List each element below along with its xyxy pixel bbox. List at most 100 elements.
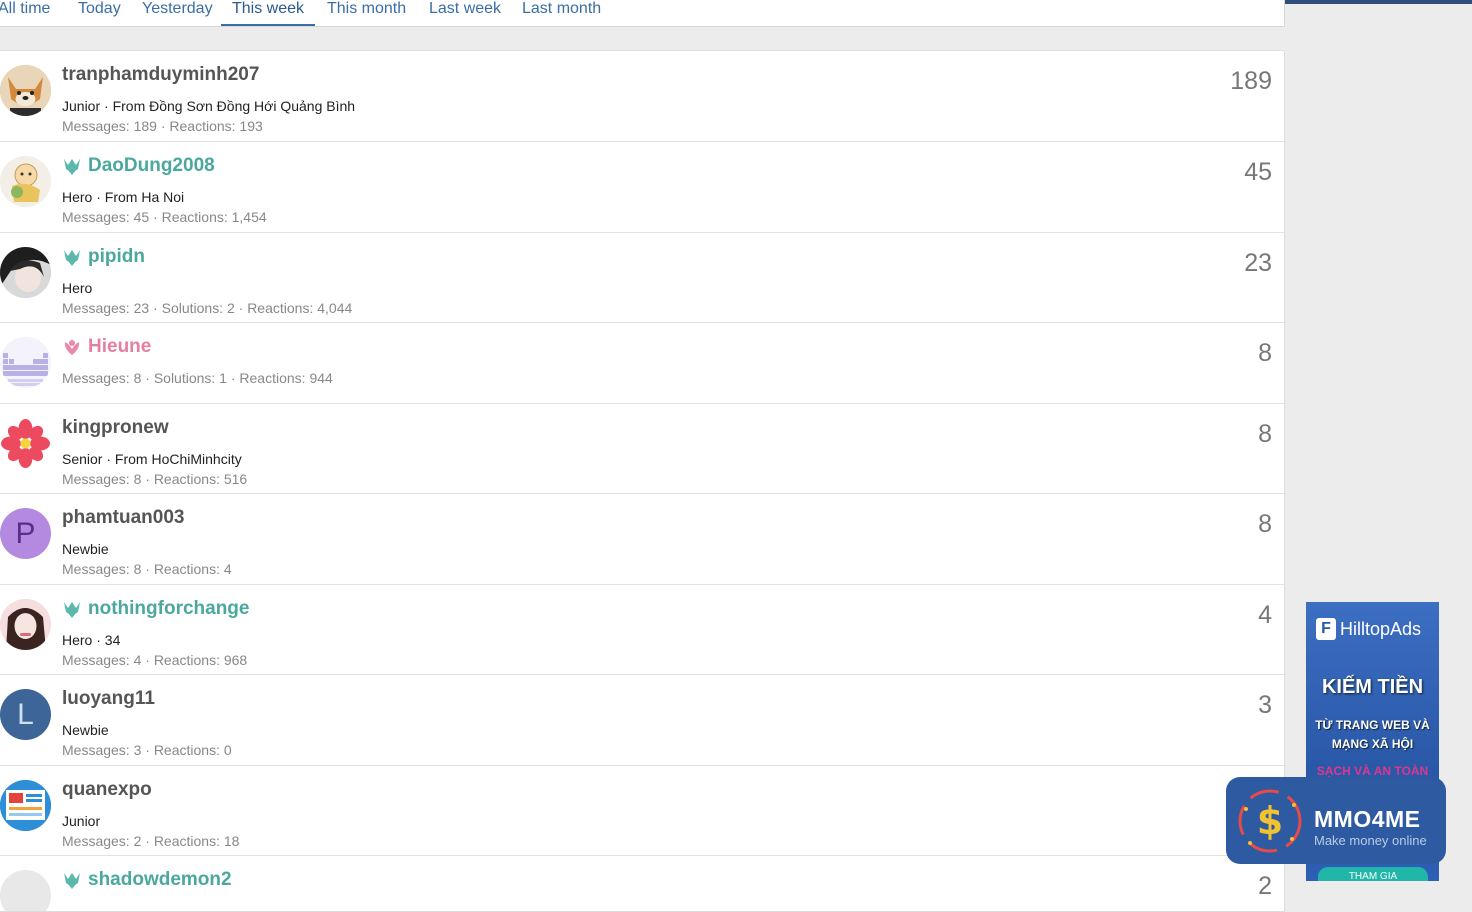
mmo4me-badge[interactable]: $ MMO4ME Make money online bbox=[1226, 777, 1446, 864]
user-stats: Messages: 8 · Reactions: 4 bbox=[62, 561, 232, 577]
username-link[interactable]: shadowdemon2 bbox=[62, 869, 232, 891]
tab-last-month[interactable]: Last month bbox=[522, 0, 601, 24]
ad-join-button[interactable]: THAM GIA bbox=[1318, 867, 1428, 881]
hero-badge-icon bbox=[64, 873, 80, 889]
tab-this-week[interactable]: This week bbox=[221, 0, 316, 26]
user-stats: Messages: 4 · Reactions: 968 bbox=[62, 652, 248, 668]
avatar[interactable] bbox=[0, 247, 51, 298]
avatar[interactable] bbox=[0, 156, 51, 207]
dollar-coin-icon: $ bbox=[1238, 789, 1302, 853]
user-stats: Messages: 23 · Solutions: 2 · Reactions:… bbox=[62, 300, 353, 316]
user-stats: Messages: 3 · Reactions: 0 bbox=[62, 742, 232, 758]
username-text[interactable]: Hieune bbox=[88, 336, 151, 358]
member-row: pipidn Hero Messages: 23 · Solutions: 2 … bbox=[0, 233, 1284, 323]
username-text[interactable]: kingpronew bbox=[62, 417, 169, 439]
user-title: Hero · From Ha Noi bbox=[62, 189, 185, 205]
avatar[interactable] bbox=[0, 870, 51, 911]
girl-avatar-icon bbox=[0, 599, 51, 650]
ad-cta: SẠCH VÀ AN TOÀN bbox=[1316, 764, 1429, 778]
user-stats: Messages: 45 · Reactions: 1,454 bbox=[62, 209, 267, 225]
avatar[interactable] bbox=[0, 599, 51, 650]
user-stats: Messages: 189 · Reactions: 193 bbox=[62, 118, 263, 134]
member-row: DaoDung2008 Hero · From Ha Noi Messages:… bbox=[0, 142, 1284, 233]
tab-yesterday[interactable]: Yesterday bbox=[142, 0, 213, 24]
message-count: 3 bbox=[1258, 691, 1272, 719]
user-title: Junior · From Đồng Sơn Đồng Hới Quảng Bì… bbox=[62, 98, 356, 114]
message-count: 189 bbox=[1230, 67, 1272, 95]
ad-subline-2: MẠNG XÃ HỘI bbox=[1331, 737, 1414, 751]
hilltopads-brand: HilltopAds bbox=[1340, 618, 1422, 639]
message-count: 8 bbox=[1258, 420, 1272, 448]
cartoon-avatar-icon bbox=[0, 156, 51, 207]
expo-avatar-icon bbox=[0, 780, 51, 831]
username-text[interactable]: pipidn bbox=[88, 246, 145, 268]
hero-badge-icon bbox=[64, 602, 80, 618]
member-row: L luoyang11 Newbie Messages: 3 · Reactio… bbox=[0, 675, 1284, 766]
username-text[interactable]: phamtuan003 bbox=[62, 507, 184, 529]
user-stats: Messages: 8 · Solutions: 1 · Reactions: … bbox=[62, 370, 333, 386]
user-title: Newbie bbox=[62, 541, 109, 557]
username-link[interactable]: quanexpo bbox=[62, 779, 152, 801]
periodic-table-avatar-icon bbox=[0, 337, 51, 388]
username-text[interactable]: nothingforchange bbox=[88, 598, 249, 620]
username-text[interactable]: shadowdemon2 bbox=[88, 869, 232, 891]
member-row: Hieune Messages: 8 · Solutions: 1 · Reac… bbox=[0, 323, 1284, 404]
hero-badge-icon bbox=[64, 250, 80, 266]
member-list: tranphamduyminh207 Junior · From Đồng Sơ… bbox=[0, 50, 1285, 912]
shiba-avatar-icon bbox=[0, 65, 51, 116]
member-row: quanexpo Junior Messages: 2 · Reactions:… bbox=[0, 766, 1284, 856]
user-title: Newbie bbox=[62, 722, 109, 738]
username-text[interactable]: tranphamduyminh207 bbox=[62, 64, 259, 86]
username-link[interactable]: phamtuan003 bbox=[62, 507, 184, 529]
tab-today[interactable]: Today bbox=[78, 0, 121, 24]
username-link[interactable]: DaoDung2008 bbox=[62, 155, 215, 177]
user-title: Hero bbox=[62, 280, 93, 296]
user-title: Senior · From HoChiMinhcity bbox=[62, 451, 242, 467]
tab-all-time[interactable]: All time bbox=[0, 0, 50, 24]
username-text[interactable]: quanexpo bbox=[62, 779, 152, 801]
member-row: nothingforchange Hero · 34 Messages: 4 ·… bbox=[0, 585, 1284, 675]
avatar[interactable] bbox=[0, 65, 51, 116]
ad-headline: KIẾM TIỀN bbox=[1321, 676, 1424, 698]
message-count: 45 bbox=[1244, 158, 1272, 186]
username-text[interactable]: DaoDung2008 bbox=[88, 155, 215, 177]
message-count: 23 bbox=[1244, 249, 1272, 277]
user-title: Hero · 34 bbox=[62, 632, 121, 648]
member-row: kingpronew Senior · From HoChiMinhcity M… bbox=[0, 404, 1284, 494]
avatar[interactable] bbox=[0, 337, 51, 388]
user-title: Junior bbox=[62, 813, 101, 829]
mmo4me-title: MMO4ME bbox=[1314, 806, 1421, 832]
avatar[interactable] bbox=[0, 780, 51, 831]
user-stats: Messages: 2 · Reactions: 18 bbox=[62, 833, 240, 849]
mmo4me-tagline: Make money online bbox=[1314, 833, 1427, 848]
hilltopads-logo: F HilltopAds bbox=[1316, 618, 1421, 640]
username-link[interactable]: tranphamduyminh207 bbox=[62, 64, 259, 86]
member-row: P phamtuan003 Newbie Messages: 8 · React… bbox=[0, 494, 1284, 585]
message-count: 8 bbox=[1258, 339, 1272, 367]
username-link[interactable]: luoyang11 bbox=[62, 688, 155, 710]
ad-subline: TỪ TRANG WEB VÀ MẠNG XÃ HỘI bbox=[1306, 716, 1439, 754]
message-count: 4 bbox=[1258, 601, 1272, 629]
avatar[interactable] bbox=[0, 418, 51, 469]
username-text[interactable]: luoyang11 bbox=[62, 688, 155, 710]
avatar-letter[interactable]: P bbox=[0, 508, 51, 559]
username-link[interactable]: Hieune bbox=[62, 336, 151, 358]
girl-avatar-icon bbox=[0, 247, 51, 298]
hero-badge-icon bbox=[64, 159, 80, 175]
svg-text:$: $ bbox=[1257, 799, 1283, 843]
period-tabs: All time Today Yesterday This week This … bbox=[0, 0, 1285, 27]
username-link[interactable]: pipidn bbox=[62, 246, 145, 268]
member-row: tranphamduyminh207 Junior · From Đồng Sơ… bbox=[0, 51, 1284, 142]
flower-avatar-icon bbox=[0, 418, 51, 469]
avatar-letter[interactable]: L bbox=[0, 689, 51, 740]
member-row: shadowdemon2 2 bbox=[0, 856, 1284, 911]
tab-last-week[interactable]: Last week bbox=[429, 0, 501, 24]
ad-subline-1: TỪ TRANG WEB VÀ bbox=[1315, 718, 1430, 732]
username-link[interactable]: nothingforchange bbox=[62, 598, 249, 620]
tab-this-month[interactable]: This month bbox=[327, 0, 406, 24]
message-count: 2 bbox=[1258, 872, 1272, 900]
user-stats: Messages: 8 · Reactions: 516 bbox=[62, 471, 248, 487]
username-link[interactable]: kingpronew bbox=[62, 417, 169, 439]
hilltopads-logo-icon: F bbox=[1316, 618, 1336, 640]
message-count: 8 bbox=[1258, 510, 1272, 538]
